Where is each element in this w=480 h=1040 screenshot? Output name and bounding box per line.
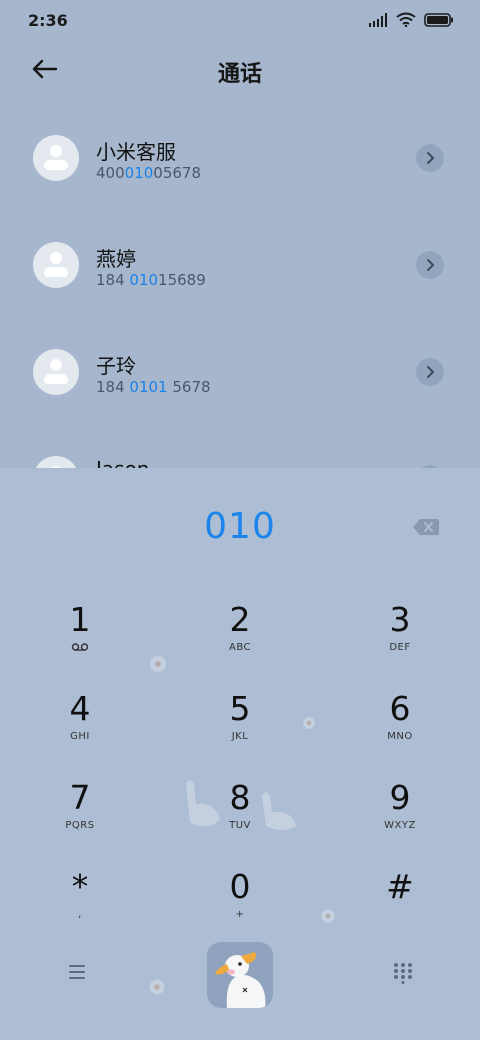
key-digit: 9	[389, 778, 411, 817]
avatar	[33, 135, 79, 181]
status-bar: 2:36	[0, 0, 480, 40]
avatar	[33, 349, 79, 395]
contact-number: 40001005678	[96, 164, 201, 182]
flower-decoration-icon	[321, 909, 335, 923]
chevron-right-icon	[427, 152, 435, 164]
contact-name: Jason	[96, 457, 150, 468]
menu-icon	[69, 965, 85, 979]
flower-decoration-icon	[303, 717, 315, 729]
chevron-right-icon	[427, 259, 435, 271]
dialer-panel: 010 1 2 ABC 3 DEF 4 GHI 5 JKL 6 MNO 7 PQ…	[0, 468, 480, 1040]
key-digit: *	[71, 867, 89, 906]
key-digit: 8	[229, 778, 251, 817]
key-letters: WXYZ	[384, 820, 416, 831]
contact-detail-button[interactable]	[416, 358, 444, 386]
call-icon	[215, 952, 266, 1008]
key-2[interactable]: 2 ABC	[180, 600, 300, 680]
key-digit: 0	[229, 867, 251, 906]
key-letters: GHI	[70, 731, 90, 742]
contact-name: 子玲	[96, 354, 136, 378]
flower-decoration-icon	[150, 656, 166, 672]
key-digit: 6	[389, 689, 411, 728]
key-digit: 5	[229, 689, 251, 728]
key-digit: 1	[69, 600, 91, 639]
avatar	[33, 456, 79, 468]
key-0[interactable]: 0 +	[180, 867, 300, 947]
status-icons	[368, 12, 454, 27]
backspace-icon	[413, 519, 439, 535]
key-letters: PQRS	[65, 820, 95, 831]
key-letters: TUV	[229, 820, 251, 831]
keypad-icon	[394, 963, 412, 984]
contact-name: 小米客服	[96, 140, 176, 164]
key-star[interactable]: * ,	[20, 867, 140, 947]
key-7[interactable]: 7 PQRS	[20, 778, 140, 858]
key-1[interactable]: 1	[20, 600, 140, 680]
key-letters: +	[235, 909, 245, 920]
contact-list: 小米客服 40001005678 燕婷 184 01015689 子玲 184 …	[0, 106, 480, 468]
chevron-right-icon	[427, 366, 435, 378]
voicemail-icon	[71, 643, 89, 651]
key-letters: ,	[78, 909, 82, 920]
backspace-button[interactable]	[412, 517, 440, 537]
battery-icon	[424, 12, 453, 27]
key-letters	[340, 909, 460, 923]
wifi-icon	[396, 12, 416, 27]
key-6[interactable]: 6 MNO	[340, 689, 460, 769]
key-digit: 7	[69, 778, 91, 817]
status-time: 2:36	[28, 11, 68, 30]
signal-icon	[369, 12, 387, 27]
contact-item[interactable]: 子玲 184 0101 5678	[0, 320, 480, 427]
key-letters: JKL	[231, 731, 249, 742]
avatar	[33, 242, 79, 288]
contact-number: 184 0101 5678	[96, 378, 211, 396]
key-letters: MNO	[387, 731, 413, 742]
page-title: 通话	[217, 62, 262, 87]
call-button[interactable]	[207, 942, 273, 1008]
contact-item[interactable]: 小米客服 40001005678	[0, 106, 480, 213]
key-8[interactable]: 8 TUV	[180, 778, 300, 858]
key-letters: DEF	[389, 642, 411, 653]
key-letters: ABC	[228, 642, 251, 653]
contact-detail-button[interactable]	[416, 144, 444, 172]
key-4[interactable]: 4 GHI	[20, 689, 140, 769]
key-5[interactable]: 5 JKL	[180, 689, 300, 769]
contact-item[interactable]: Jason	[0, 427, 480, 468]
header: 通话	[0, 44, 480, 96]
menu-button[interactable]	[64, 962, 90, 982]
key-digit: 4	[69, 689, 91, 728]
key-digit: 3	[389, 600, 411, 639]
key-3[interactable]: 3 DEF	[340, 600, 460, 680]
keypad-toggle-button[interactable]	[392, 962, 414, 984]
key-digit: 2	[229, 600, 251, 639]
dialed-number: 010	[204, 506, 276, 547]
key-digit: #	[386, 867, 414, 906]
key-hash[interactable]: #	[340, 867, 460, 947]
contact-number: 184 01015689	[96, 271, 206, 289]
key-letters	[20, 642, 140, 656]
contact-detail-button[interactable]	[416, 251, 444, 279]
flower-decoration-icon	[149, 979, 165, 995]
contact-item[interactable]: 燕婷 184 01015689	[0, 213, 480, 320]
contact-name: 燕婷	[96, 247, 136, 271]
key-9[interactable]: 9 WXYZ	[340, 778, 460, 858]
